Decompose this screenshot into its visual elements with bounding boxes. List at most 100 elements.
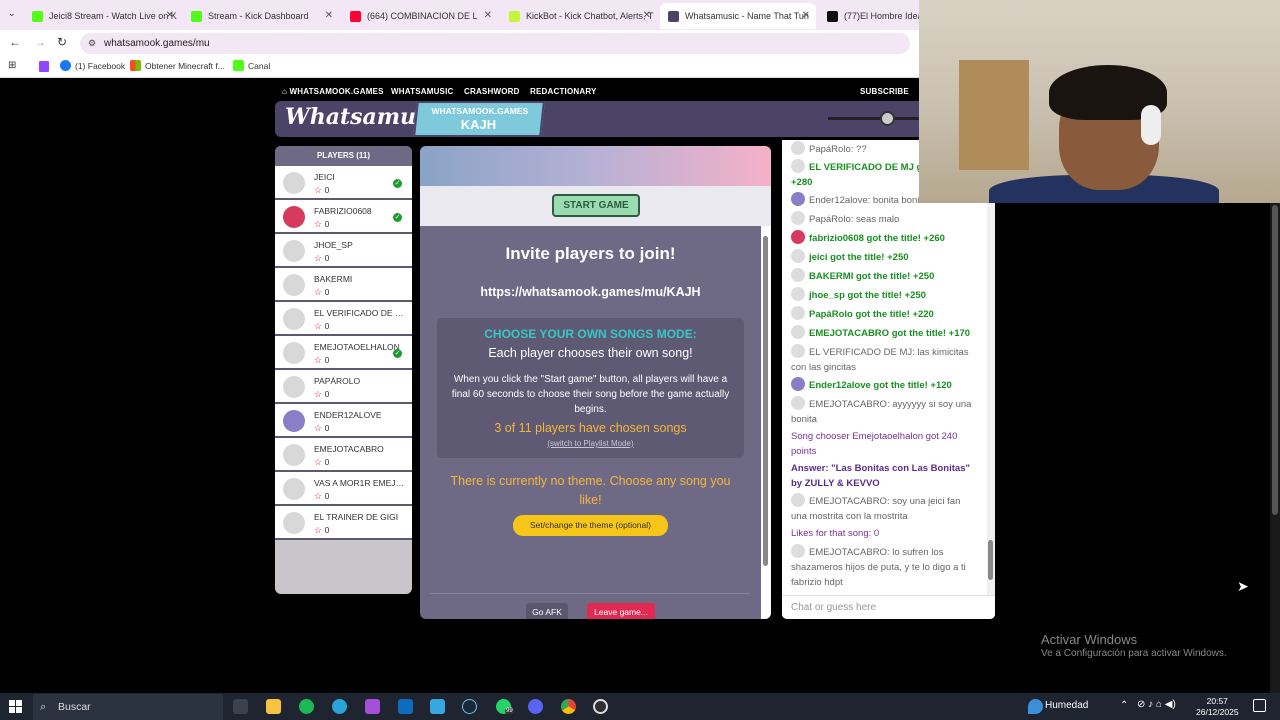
browser-tab[interactable]: Whatsamusic - Name That Tun ✕ [660,3,816,29]
twitch-icon[interactable] [39,61,49,72]
player-avatar [283,206,305,228]
browser-tab[interactable]: Jeici8 Stream - Watch Live on K ✕ [24,3,180,29]
chat-message-text: jhoe_sp got the title! +250 [809,290,926,301]
player-score: ☆ 0 [314,185,329,196]
apps-grid-icon[interactable]: ⊞ [8,60,16,71]
url-input[interactable]: ⚙ whatsamook.games/mu [80,33,910,54]
volume-knob[interactable] [880,111,895,126]
switch-playlist-link-text[interactable]: (switch to Playlist Mode) [547,439,633,448]
mode-box: CHOOSE YOUR OWN SONGS MODE: Each player … [437,318,744,458]
activate-windows-subtitle: Ve a Configuración para activar Windows. [1041,648,1227,659]
chrome-icon[interactable] [561,699,576,714]
site-info-icon[interactable]: ⚙ [88,33,96,54]
chat-avatar [791,544,805,558]
tab-label: KickBot - Kick Chatbot, Alerts, T [526,11,654,21]
edge-icon[interactable] [332,699,347,714]
chat-message: EMEJOTACABRO: soy una jeici fan una most… [791,493,976,524]
obs-icon[interactable] [593,699,608,714]
task-view-icon[interactable] [233,699,248,714]
tray-icons[interactable]: ⊘ ♪ ⌂ ◀) [1137,699,1176,710]
bookmark-canal[interactable]: Canal [233,60,270,71]
outlook-icon[interactable] [398,699,413,714]
system-clock[interactable]: 20:57 26/12/2025 [1196,696,1239,718]
set-theme-button[interactable]: Set/change the theme (optional) [513,515,668,536]
chat-avatar [791,396,805,410]
tab-menu-chevron-icon[interactable]: ⌄ [8,8,16,19]
tab-close-icon[interactable]: ✕ [484,10,492,21]
tray-chevron-icon[interactable]: ⌃ [1120,700,1128,711]
player-avatar [283,308,305,330]
nav-crashword[interactable]: CRASHWORD [464,87,520,96]
player-score: ☆ 0 [314,423,329,434]
nav-subscribe[interactable]: SUBSCRIBE [860,87,909,96]
chat-message-text: fabrizio0608 got the title! +260 [809,233,945,244]
chat-scroll-thumb[interactable] [988,540,993,580]
tab-close-icon[interactable]: ✕ [166,10,174,21]
notification-icon[interactable] [1253,699,1266,712]
chat-avatar [791,268,805,282]
store-icon[interactable] [430,699,445,714]
browser-tab[interactable]: (664) COMBINACION DE L ✕ [342,3,498,29]
player-row: PAPÁROLO ☆ 0 [275,370,412,404]
player-score-value: 0 [324,219,330,229]
mode-description: When you click the "Start game" button, … [451,374,730,415]
bookmark-label: Obtener Minecraft f... [145,60,225,71]
browser-tab[interactable]: Stream - Kick Dashboard ✕ [183,3,339,29]
tab-close-icon[interactable]: ✕ [802,10,810,21]
leave-game-button[interactable]: Leave game... [587,603,655,619]
file-explorer-icon[interactable] [266,699,281,714]
tab-label: (664) COMBINACION DE L [367,11,478,21]
browser-tab[interactable]: (77)El Hombre Ideal: U [819,3,919,29]
player-name: EL TRAINER DE GIGI [314,512,399,522]
copilot-icon[interactable] [365,699,380,714]
nav-redactionary[interactable]: REDACTIONARY [530,87,597,96]
tab-label: Jeici8 Stream - Watch Live on K [49,11,177,21]
discord-icon[interactable] [528,699,543,714]
spotify-icon[interactable] [299,699,314,714]
room-site: WHATSAMOOK.GAMES [431,106,529,116]
reload-icon[interactable]: ↻ [57,35,67,49]
player-score: ☆ 0 [314,253,329,264]
nav-whatsamusic[interactable]: WHATSAMUSIC [391,87,454,96]
chat-avatar [791,287,805,301]
page-scroll-thumb[interactable] [1272,205,1278,515]
chat-message-text: PapáRolo: seas malo [809,214,900,225]
bookmark-minecraft[interactable]: Obtener Minecraft f... [130,60,225,71]
mode-title: CHOOSE YOUR OWN SONGS MODE: [484,327,697,341]
go-afk-button[interactable]: Go AFK [526,603,568,619]
search-icon: ⌕ [40,701,47,713]
forward-icon[interactable]: → [34,35,46,49]
star-icon: ☆ [314,423,325,433]
star-icon: ☆ [314,491,325,501]
start-game-button[interactable]: START GAME [552,194,640,217]
steam-icon[interactable] [462,699,477,714]
nav-home[interactable]: ⌂ WHATSAMOOK.GAMES [282,87,384,96]
player-score-value: 0 [324,185,330,195]
volume-slider[interactable] [828,117,920,120]
taskbar-search[interactable]: ⌕ Buscar [33,694,223,720]
player-avatar [283,172,305,194]
kick-icon [233,60,244,71]
chat-message-text: PapáRolo got the title! +220 [809,309,934,320]
chat-input[interactable]: Chat or guess here [782,595,995,619]
chat-avatar [791,159,805,173]
player-score: ☆ 0 [314,287,329,298]
bookmark-facebook[interactable]: (1) Facebook [60,60,125,71]
browser-tab[interactable]: KickBot - Kick Chatbot, Alerts, T ✕ [501,3,657,29]
mouse-cursor-icon: ➤ [1237,578,1249,594]
chat-message: Likes for that song: 0 [791,526,976,541]
invite-url[interactable]: https://whatsamook.games/mu/KAJH [420,285,761,299]
player-name: EMEJOTAOELHALON [314,342,400,352]
windows-start-icon[interactable] [9,700,22,713]
game-scroll-thumb[interactable] [763,236,768,566]
back-icon[interactable]: ← [9,35,21,49]
address-bar: ← → ↻ ⚙ whatsamook.games/mu [0,30,920,56]
player-name: VAS A MOR1R EMEJO... [314,478,406,488]
star-icon: ☆ [314,321,325,331]
player-score-value: 0 [324,355,330,365]
no-theme-text: There is currently no theme. Choose any … [450,474,731,507]
player-row: EMEJOTACABRO ☆ 0 [275,438,412,472]
chat-scrollbar[interactable] [987,140,995,595]
tab-close-icon[interactable]: ✕ [325,10,333,21]
tab-close-icon[interactable]: ✕ [643,10,651,21]
